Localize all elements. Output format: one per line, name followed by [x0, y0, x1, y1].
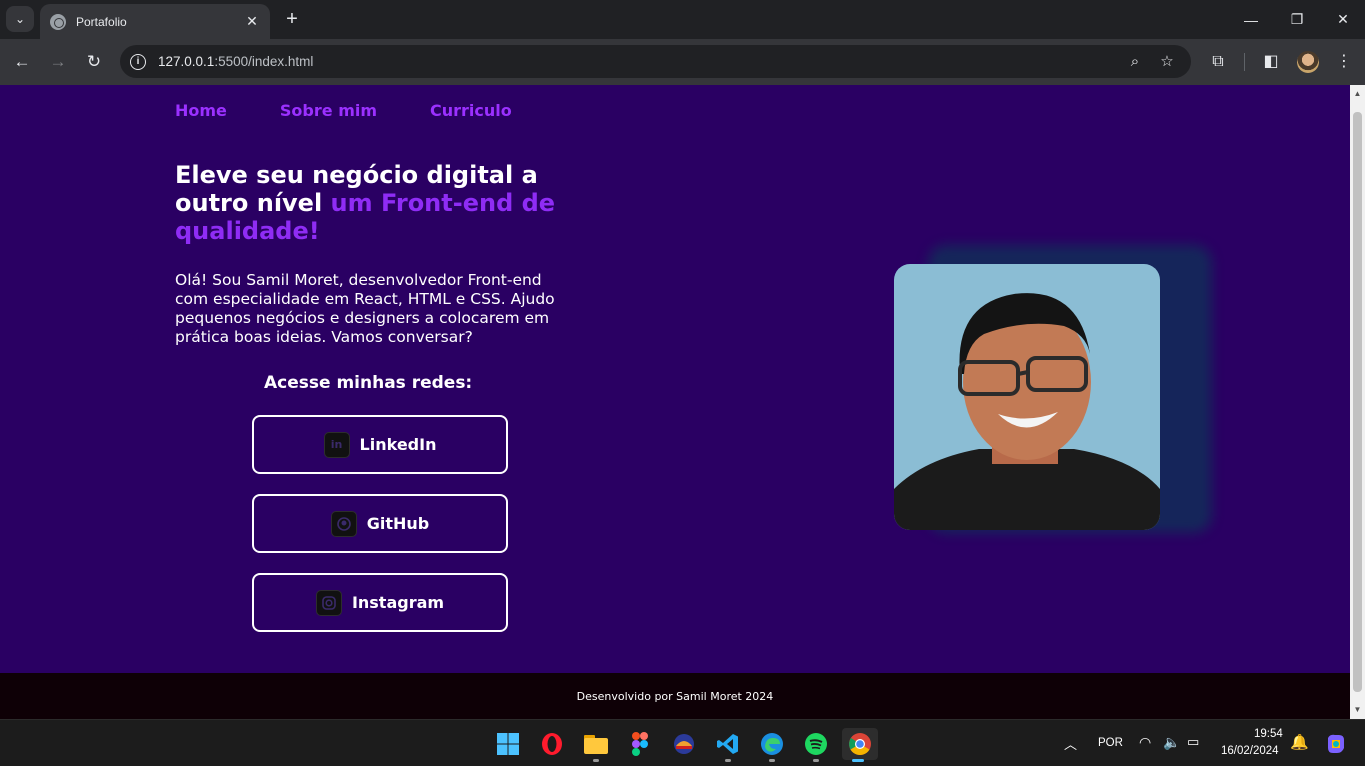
- app-icon-taskbar[interactable]: [668, 728, 700, 760]
- tab-strip: ⌄ Portafolio ✕ + — ❐ ✕: [0, 0, 1365, 39]
- close-tab-icon[interactable]: ✕: [244, 13, 260, 30]
- opera-app[interactable]: [536, 728, 568, 760]
- start-button[interactable]: [492, 728, 524, 760]
- file-explorer-app[interactable]: [580, 728, 612, 762]
- tab-search-button[interactable]: ⌄: [6, 6, 34, 32]
- networks-title: Acesse minhas redes:: [264, 373, 473, 393]
- site-info-icon[interactable]: i: [130, 53, 146, 70]
- forward-button[interactable]: →: [46, 50, 70, 74]
- show-hidden-icons[interactable]: ︿: [1064, 734, 1077, 753]
- bookmark-star-icon[interactable]: ☆: [1158, 53, 1176, 71]
- github-label: GitHub: [366, 514, 430, 533]
- chrome-app[interactable]: [842, 728, 878, 762]
- browser-tab[interactable]: Portafolio ✕: [40, 4, 270, 39]
- spotify-icon: [805, 733, 827, 755]
- intro-paragraph: Olá! Sou Samil Moret, desenvolvedor Fron…: [175, 271, 555, 346]
- copilot-icon: [1328, 734, 1344, 753]
- menu-kebab-icon[interactable]: ⋮: [1333, 51, 1355, 73]
- nav-resume[interactable]: Curriculo: [430, 101, 512, 120]
- clock-date[interactable]: 16/02/2024: [1221, 745, 1279, 757]
- linkedin-button[interactable]: in LinkedIn: [252, 415, 508, 474]
- battery-icon[interactable]: ▭: [1187, 734, 1199, 750]
- vscode-icon: [717, 734, 738, 754]
- side-panel-icon[interactable]: ◧: [1260, 51, 1282, 73]
- address-bar[interactable]: i 127.0.0.1:5500/index.html ⌕ ☆: [120, 45, 1191, 78]
- tab-title: Portafolio: [76, 14, 127, 29]
- restore-button[interactable]: ❐: [1274, 0, 1320, 39]
- nav-about[interactable]: Sobre mim: [280, 101, 377, 120]
- copilot-app[interactable]: [1320, 728, 1352, 760]
- vscode-app[interactable]: [712, 728, 744, 762]
- page-scrollbar[interactable]: ▲ ▼: [1350, 85, 1365, 719]
- footer-text: Desenvolvido por Samil Moret 2024: [576, 689, 774, 703]
- chrome-icon: [849, 733, 871, 755]
- wifi-icon[interactable]: ◠: [1139, 734, 1151, 751]
- opera-icon: [542, 733, 562, 755]
- hat-icon: [674, 734, 694, 754]
- scroll-up-arrow[interactable]: ▲: [1353, 89, 1362, 98]
- instagram-button[interactable]: Instagram: [252, 573, 508, 632]
- clock-time[interactable]: 19:54: [1254, 728, 1283, 740]
- page-viewport: Home Sobre mim Curriculo Eleve seu negóc…: [0, 85, 1350, 719]
- instagram-icon: [315, 589, 342, 616]
- instagram-label: Instagram: [351, 593, 445, 612]
- spotify-app[interactable]: [800, 728, 832, 762]
- volume-icon[interactable]: 🔈: [1163, 734, 1180, 751]
- windows-taskbar: ︿ POR ◠ 🔈 ▭ 19:54 16/02/2024 🔔: [0, 719, 1365, 766]
- close-window-button[interactable]: ✕: [1320, 0, 1365, 39]
- language-indicator[interactable]: POR: [1098, 737, 1123, 749]
- nav-home[interactable]: Home: [175, 101, 227, 120]
- figma-icon: [632, 732, 648, 756]
- reload-button[interactable]: ↻: [82, 50, 106, 74]
- github-button[interactable]: GitHub: [252, 494, 508, 553]
- folder-icon: [584, 735, 608, 754]
- linkedin-icon: in: [323, 431, 350, 458]
- toolbar-divider: [1244, 53, 1245, 71]
- edge-icon: [761, 733, 783, 755]
- zoom-icon[interactable]: ⌕: [1126, 53, 1144, 71]
- edge-app[interactable]: [756, 728, 788, 762]
- profile-avatar[interactable]: [1297, 51, 1319, 73]
- site-footer: Desenvolvido por Samil Moret 2024: [0, 673, 1350, 719]
- linkedin-label: LinkedIn: [359, 435, 437, 454]
- github-icon: [330, 510, 357, 537]
- new-tab-button[interactable]: +: [282, 8, 302, 30]
- windows-icon: [497, 733, 519, 755]
- minimize-button[interactable]: —: [1228, 0, 1274, 39]
- profile-photo: [894, 264, 1160, 530]
- figma-app[interactable]: [624, 728, 656, 760]
- url-text[interactable]: 127.0.0.1:5500/index.html: [158, 54, 313, 69]
- hero-title: Eleve seu negócio digital a outro nível …: [175, 161, 605, 245]
- scroll-down-arrow[interactable]: ▼: [1353, 705, 1362, 714]
- site-nav: Home Sobre mim Curriculo: [175, 101, 512, 120]
- scrollbar-thumb[interactable]: [1353, 112, 1362, 692]
- browser-toolbar: ← → ↻ i 127.0.0.1:5500/index.html ⌕ ☆ ⧉ …: [0, 39, 1365, 85]
- extensions-icon[interactable]: ⧉: [1207, 51, 1229, 73]
- notification-bell-icon[interactable]: 🔔: [1290, 733, 1309, 751]
- back-button[interactable]: ←: [10, 50, 34, 74]
- globe-icon: [50, 13, 66, 30]
